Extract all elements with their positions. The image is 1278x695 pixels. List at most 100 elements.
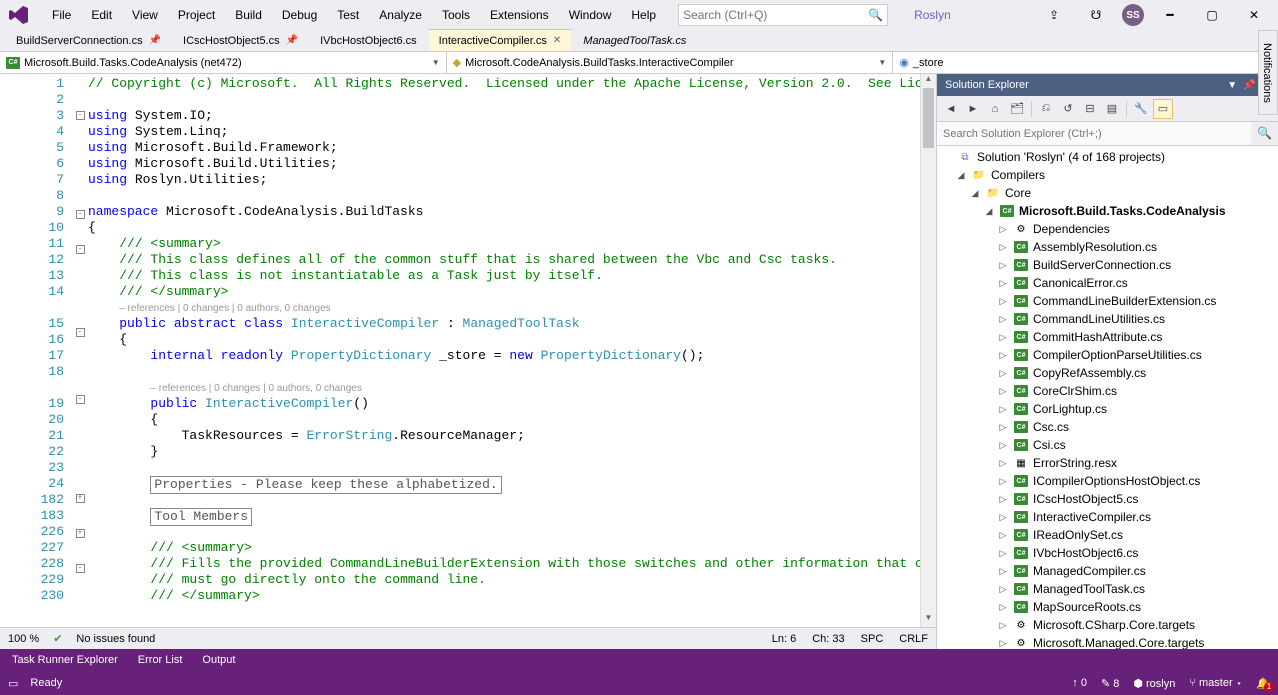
file-csi-cs[interactable]: ▷C#Csi.cs (937, 436, 1278, 454)
expand-arrow[interactable]: ▷ (997, 530, 1009, 541)
home-button[interactable]: ⌂ (985, 99, 1005, 119)
file-commandlineutilities-cs[interactable]: ▷C#CommandLineUtilities.cs (937, 310, 1278, 328)
file-interactivecompiler-cs[interactable]: ▷C#InteractiveCompiler.cs (937, 508, 1278, 526)
expand-arrow[interactable]: ▷ (997, 476, 1009, 487)
file-ivbchostobject6-cs[interactable]: ▷C#IVbcHostObject6.cs (937, 544, 1278, 562)
tab-buildserverconnection-cs[interactable]: BuildServerConnection.cs📌 (6, 29, 171, 51)
project-node[interactable]: ◢C#Microsoft.Build.Tasks.CodeAnalysis (937, 202, 1278, 220)
menu-window[interactable]: Window (559, 4, 622, 26)
code-editor[interactable]: 1234567891011121314151617181920212223241… (0, 74, 936, 649)
fold-toggle[interactable]: - (76, 245, 85, 254)
file-buildserverconnection-cs[interactable]: ▷C#BuildServerConnection.cs (937, 256, 1278, 274)
fold-toggle[interactable]: - (76, 564, 85, 573)
show-all-files-button[interactable]: ▤ (1102, 99, 1122, 119)
expand-arrow[interactable]: ▷ (997, 386, 1009, 397)
menu-debug[interactable]: Debug (272, 4, 327, 26)
properties-button[interactable]: 🔧 (1131, 99, 1151, 119)
file-canonicalerror-cs[interactable]: ▷C#CanonicalError.cs (937, 274, 1278, 292)
menu-view[interactable]: View (122, 4, 168, 26)
pending-icon[interactable]: ✎ 8 (1101, 677, 1119, 690)
tab-icschostobject5-cs[interactable]: ICscHostObject5.cs📌 (173, 29, 308, 51)
fold-toggle[interactable]: + (76, 529, 85, 538)
vertical-scrollbar[interactable]: ▲ ▼ (920, 74, 936, 627)
menu-file[interactable]: File (42, 4, 81, 26)
file-icschostobject5-cs[interactable]: ▷C#ICscHostObject5.cs (937, 490, 1278, 508)
pin-icon[interactable]: 📌 (149, 35, 161, 46)
expand-arrow[interactable]: ▷ (997, 620, 1009, 631)
expand-arrow[interactable]: ▷ (997, 404, 1009, 415)
code-area[interactable]: // Copyright (c) Microsoft. All Rights R… (88, 74, 920, 627)
live-share-icon[interactable]: ⇪ (1038, 3, 1070, 27)
file-copyrefassembly-cs[interactable]: ▷C#CopyRefAssembly.cs (937, 364, 1278, 382)
file-assemblyresolution-cs[interactable]: ▷C#AssemblyResolution.cs (937, 238, 1278, 256)
user-avatar[interactable]: SS (1122, 4, 1144, 26)
expand-arrow[interactable]: ▷ (997, 296, 1009, 307)
expand-arrow[interactable]: ◢ (969, 188, 981, 199)
file-mapsourceroots-cs[interactable]: ▷C#MapSourceRoots.cs (937, 598, 1278, 616)
solution-root[interactable]: ⧉Solution 'Roslyn' (4 of 168 projects) (937, 148, 1278, 166)
close-button[interactable]: ✕ (1238, 3, 1270, 27)
expand-arrow[interactable]: ▷ (997, 350, 1009, 361)
expand-arrow[interactable]: ▷ (997, 260, 1009, 271)
file-errorstring-resx[interactable]: ▷▦ErrorString.resx (937, 454, 1278, 472)
file-coreclrshim-cs[interactable]: ▷C#CoreClrShim.cs (937, 382, 1278, 400)
expand-arrow[interactable]: ▷ (997, 314, 1009, 325)
close-icon[interactable]: ✕ (553, 35, 561, 46)
feedback-icon[interactable]: ☋ (1080, 3, 1112, 27)
file-csc-cs[interactable]: ▷C#Csc.cs (937, 418, 1278, 436)
tab-ivbchostobject6-cs[interactable]: IVbcHostObject6.cs (310, 29, 427, 51)
sync-button[interactable]: ↺ (1058, 99, 1078, 119)
expand-arrow[interactable]: ▷ (997, 278, 1009, 289)
pin-icon[interactable]: 📌 (286, 35, 298, 46)
expand-arrow[interactable]: ◢ (955, 170, 967, 181)
maximize-button[interactable]: ▢ (1196, 3, 1228, 27)
file-compileroptionparseutilities-cs[interactable]: ▷C#CompilerOptionParseUtilities.cs (937, 346, 1278, 364)
menu-extensions[interactable]: Extensions (480, 4, 559, 26)
expand-arrow[interactable]: ▷ (997, 512, 1009, 523)
search-icon[interactable]: 🔍 (868, 8, 883, 22)
pending-changes-button[interactable]: ⎌ (1036, 99, 1056, 119)
menu-edit[interactable]: Edit (81, 4, 122, 26)
tool-tab-output[interactable]: Output (192, 651, 245, 669)
task-list-icon[interactable]: ▭ (8, 677, 18, 690)
scroll-up-arrow[interactable]: ▲ (921, 74, 936, 88)
tab-interactivecompiler-cs[interactable]: InteractiveCompiler.cs✕ (429, 29, 572, 51)
menu-tools[interactable]: Tools (432, 4, 480, 26)
tab-managedtooltask-cs[interactable]: ManagedToolTask.cs (573, 29, 696, 51)
expand-arrow[interactable]: ▷ (997, 584, 1009, 595)
menu-project[interactable]: Project (168, 4, 225, 26)
project-dropdown[interactable]: C# Microsoft.Build.Tasks.CodeAnalysis (n… (0, 52, 447, 73)
global-search[interactable]: 🔍 (678, 4, 888, 26)
menu-test[interactable]: Test (327, 4, 369, 26)
solution-search[interactable]: 🔍 (937, 122, 1278, 146)
folder-core[interactable]: ◢📁Core (937, 184, 1278, 202)
file-ireadonlyset-cs[interactable]: ▷C#IReadOnlySet.cs (937, 526, 1278, 544)
solution-search-input[interactable] (937, 122, 1251, 145)
expand-arrow[interactable]: ▷ (997, 242, 1009, 253)
menu-analyze[interactable]: Analyze (369, 4, 432, 26)
tool-tab-task-runner-explorer[interactable]: Task Runner Explorer (2, 651, 128, 669)
file-icompileroptionshostobject-cs[interactable]: ▷C#ICompilerOptionsHostObject.cs (937, 472, 1278, 490)
dependencies-node[interactable]: ▷⚙Dependencies (937, 220, 1278, 238)
switch-views-button[interactable]: 🗂 (1007, 99, 1027, 119)
folder-compilers[interactable]: ◢📁Compilers (937, 166, 1278, 184)
solution-tree[interactable]: ⧉Solution 'Roslyn' (4 of 168 projects)◢📁… (937, 146, 1278, 649)
dropdown-icon[interactable]: ▼ (1227, 80, 1237, 91)
collapse-all-button[interactable]: ⊟ (1080, 99, 1100, 119)
fold-toggle[interactable]: - (76, 395, 85, 404)
expand-arrow[interactable]: ▷ (997, 548, 1009, 559)
branch-name[interactable]: ⑂ master ▾ (1189, 677, 1242, 689)
search-icon[interactable]: 🔍 (1251, 122, 1278, 145)
expand-arrow[interactable]: ▷ (997, 368, 1009, 379)
source-control-repo[interactable]: ⬢ roslyn (1133, 677, 1175, 690)
publish-icon[interactable]: ↑ 0 (1072, 677, 1087, 689)
expand-arrow[interactable]: ▷ (997, 458, 1009, 469)
expand-arrow[interactable]: ▷ (997, 566, 1009, 577)
fold-toggle[interactable]: - (76, 328, 85, 337)
file-microsoft-csharp-core-targets[interactable]: ▷⚙Microsoft.CSharp.Core.targets (937, 616, 1278, 634)
expand-arrow[interactable]: ▷ (997, 602, 1009, 613)
file-microsoft-managed-core-targets[interactable]: ▷⚙Microsoft.Managed.Core.targets (937, 634, 1278, 649)
expand-arrow[interactable]: ▷ (997, 440, 1009, 451)
forward-button[interactable]: ► (963, 99, 983, 119)
notifications-icon[interactable]: 🔔 (1256, 677, 1270, 690)
